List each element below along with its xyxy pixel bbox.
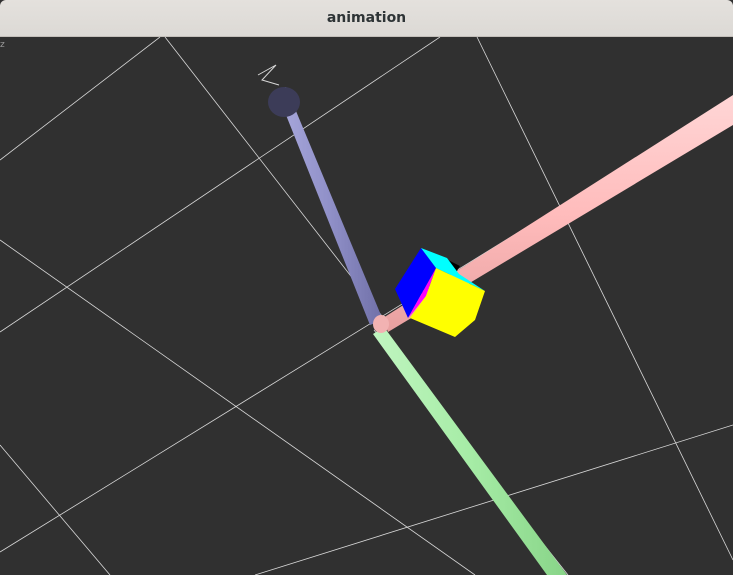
grid-line <box>0 37 441 333</box>
z-axis-label-mark <box>257 64 280 86</box>
axis-origin <box>373 315 389 333</box>
z-axis <box>257 64 383 325</box>
y-axis <box>373 327 567 575</box>
3d-viewport[interactable]: z <box>0 37 733 575</box>
grid-line <box>0 444 111 575</box>
grid-line <box>476 37 733 561</box>
grid-line <box>0 37 161 161</box>
viewport-corner-label: z <box>0 40 5 50</box>
z-axis-cap <box>268 87 300 117</box>
3d-scene[interactable] <box>0 37 733 575</box>
title-bar[interactable]: animation <box>0 0 733 37</box>
y-axis-cylinder <box>373 327 567 575</box>
application-window: animation z <box>0 0 733 575</box>
window-title: animation <box>326 10 407 26</box>
z-axis-cylinder <box>276 87 383 325</box>
